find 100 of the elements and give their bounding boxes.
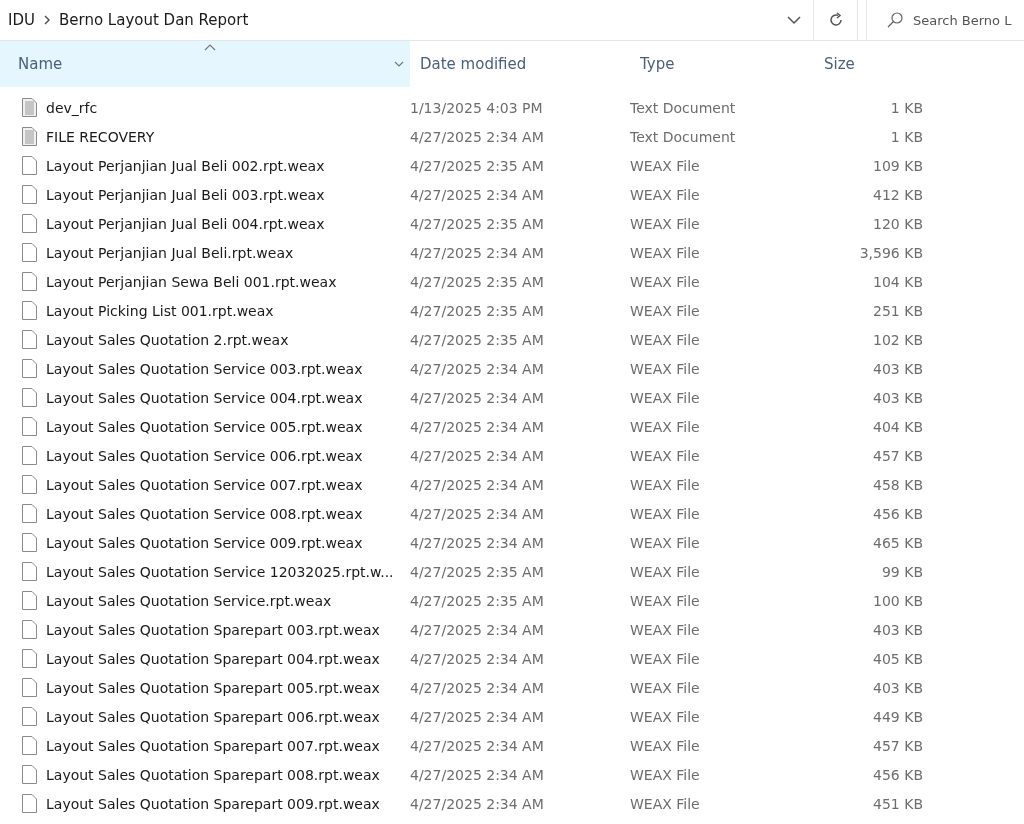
breadcrumb-item[interactable]: Berno Layout Dan Report — [58, 11, 249, 29]
file-name[interactable]: Layout Perjanjian Jual Beli 004.rpt.weax — [46, 215, 325, 232]
blank-file-icon — [22, 707, 37, 726]
file-type: WEAX File — [630, 186, 701, 203]
file-name[interactable]: Layout Sales Quotation 2.rpt.weax — [46, 331, 289, 348]
blank-file-icon — [22, 185, 37, 204]
date-modified: 4/27/2025 2:35 AM — [410, 563, 545, 580]
file-name[interactable]: Layout Perjanjian Jual Beli.rpt.weax — [46, 244, 294, 261]
file-size: 104 KB — [872, 273, 923, 290]
file-type: WEAX File — [630, 708, 701, 725]
date-modified: 4/27/2025 2:34 AM — [410, 737, 545, 754]
file-name[interactable]: Layout Sales Quotation Service 006.rpt.weax — [46, 447, 363, 464]
file-name[interactable]: Layout Sales Quotation Service 12032025.rpt.w... — [46, 563, 394, 580]
date-modified: 4/27/2025 2:35 AM — [410, 592, 545, 609]
file-size: 457 KB — [872, 447, 923, 464]
blank-file-icon — [22, 620, 37, 639]
blank-file-icon — [22, 504, 37, 523]
blank-file-icon — [22, 446, 37, 465]
blank-file-icon — [22, 214, 37, 233]
file-size: 251 KB — [872, 302, 923, 319]
file-size: 451 KB — [872, 795, 923, 812]
date-modified: 4/27/2025 2:34 AM — [410, 128, 545, 145]
file-name[interactable]: Layout Perjanjian Sewa Beli 001.rpt.weax — [46, 273, 337, 290]
date-modified: 1/13/2025 4:03 PM — [410, 99, 544, 116]
file-name[interactable]: Layout Sales Quotation Service 003.rpt.weax — [46, 360, 363, 377]
file-type: WEAX File — [630, 476, 701, 493]
blank-file-icon — [22, 562, 37, 581]
file-type: WEAX File — [630, 534, 701, 551]
file-size: 403 KB — [872, 679, 923, 696]
blank-file-icon — [22, 533, 37, 552]
file-type: WEAX File — [630, 650, 701, 667]
breadcrumb-item[interactable]: IDU — [8, 11, 35, 29]
blank-file-icon — [22, 243, 37, 262]
chevron-down-icon[interactable] — [787, 15, 801, 25]
blank-file-icon — [22, 649, 37, 668]
blank-file-icon — [22, 156, 37, 175]
file-type: WEAX File — [630, 505, 701, 522]
file-size: 457 KB — [872, 737, 923, 754]
blank-file-icon — [22, 678, 37, 697]
date-modified: 4/27/2025 2:34 AM — [410, 476, 545, 493]
file-type: WEAX File — [630, 679, 701, 696]
blank-file-icon — [22, 794, 37, 813]
date-modified: 4/27/2025 2:34 AM — [410, 447, 545, 464]
file-size: 405 KB — [872, 650, 923, 667]
file-size: 120 KB — [872, 215, 923, 232]
file-type: WEAX File — [630, 360, 701, 377]
file-size: 403 KB — [872, 360, 923, 377]
file-name[interactable]: Layout Perjanjian Jual Beli 003.rpt.weax — [46, 186, 325, 203]
file-type: WEAX File — [630, 592, 701, 609]
blank-file-icon — [22, 359, 37, 378]
file-size: 458 KB — [872, 476, 923, 493]
file-name[interactable]: Layout Perjanjian Jual Beli 002.rpt.weax — [46, 157, 325, 174]
file-name[interactable]: Layout Sales Quotation Sparepart 004.rpt.weax — [46, 650, 380, 667]
file-size: 404 KB — [872, 418, 923, 435]
date-modified: 4/27/2025 2:35 AM — [410, 273, 545, 290]
file-name[interactable]: Layout Sales Quotation Sparepart 009.rpt.weax — [46, 795, 380, 812]
date-modified: 4/27/2025 2:35 AM — [410, 331, 545, 348]
file-type: WEAX File — [630, 563, 701, 580]
date-modified: 4/27/2025 2:34 AM — [410, 650, 545, 667]
file-name[interactable]: dev_rfc — [46, 99, 98, 116]
date-modified: 4/27/2025 2:34 AM — [410, 534, 545, 551]
file-size: 1 KB — [889, 128, 923, 145]
date-modified: 4/27/2025 2:35 AM — [410, 215, 545, 232]
blank-file-icon — [22, 765, 37, 784]
file-name[interactable]: Layout Sales Quotation Sparepart 007.rpt.weax — [46, 737, 380, 754]
file-name[interactable]: Layout Sales Quotation Service.rpt.weax — [46, 592, 332, 609]
file-size: 109 KB — [872, 157, 923, 174]
file-name[interactable]: Layout Sales Quotation Sparepart 005.rpt.weax — [46, 679, 380, 696]
file-name[interactable]: Layout Picking List 001.rpt.weax — [46, 302, 274, 319]
chevron-down-icon — [394, 61, 404, 68]
date-modified: 4/27/2025 2:34 AM — [410, 621, 545, 638]
file-name[interactable]: Layout Sales Quotation Service 008.rpt.weax — [46, 505, 363, 522]
text-file-icon — [22, 127, 37, 146]
blank-file-icon — [22, 736, 37, 755]
text-file-icon — [22, 98, 37, 117]
file-name[interactable]: Layout Sales Quotation Sparepart 008.rpt.weax — [46, 766, 380, 783]
file-size: 403 KB — [872, 621, 923, 638]
date-modified: 4/27/2025 2:34 AM — [410, 708, 545, 725]
file-size: 99 KB — [880, 563, 923, 580]
column-header[interactable]: Name — [0, 41, 410, 87]
file-size: 449 KB — [872, 708, 923, 725]
blank-file-icon — [22, 591, 37, 610]
file-name[interactable]: Layout Sales Quotation Service 009.rpt.weax — [46, 534, 363, 551]
date-modified: 4/27/2025 2:35 AM — [410, 302, 545, 319]
file-size: 456 KB — [872, 766, 923, 783]
file-size: 465 KB — [872, 534, 923, 551]
date-modified: 4/27/2025 2:34 AM — [410, 389, 545, 406]
file-size: 403 KB — [872, 389, 923, 406]
file-name[interactable]: Layout Sales Quotation Sparepart 003.rpt.weax — [46, 621, 380, 638]
file-name[interactable]: Layout Sales Quotation Service 004.rpt.weax — [46, 389, 363, 406]
file-name[interactable]: Layout Sales Quotation Service 005.rpt.weax — [46, 418, 363, 435]
file-type: Text Document — [630, 99, 737, 116]
file-name[interactable]: Layout Sales Quotation Sparepart 006.rpt.weax — [46, 708, 380, 725]
file-size: 1 KB — [889, 99, 923, 116]
date-modified: 4/27/2025 2:34 AM — [410, 244, 545, 261]
file-size: 412 KB — [872, 186, 923, 203]
file-name[interactable]: FILE RECOVERY — [46, 128, 155, 145]
file-name[interactable]: Layout Sales Quotation Service 007.rpt.weax — [46, 476, 363, 493]
refresh-icon — [827, 12, 844, 28]
blank-file-icon — [22, 388, 37, 407]
